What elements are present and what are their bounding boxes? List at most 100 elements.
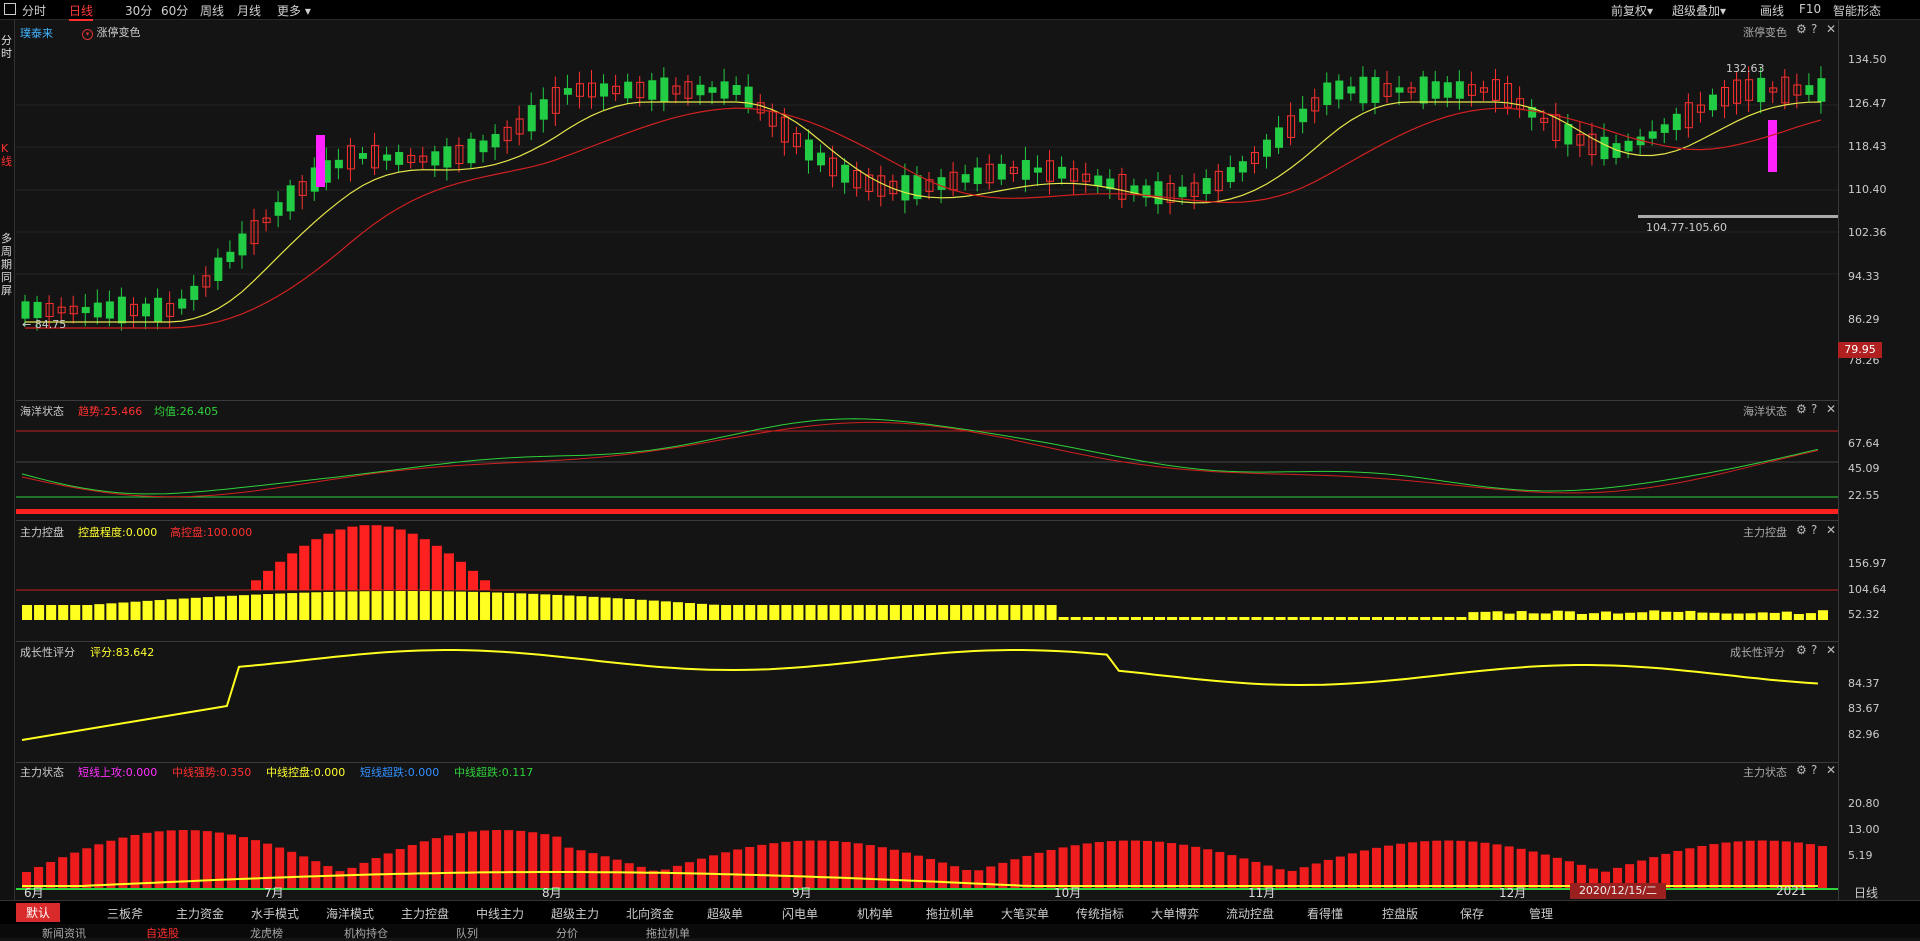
ma-short-line xyxy=(25,101,1821,323)
control-bar xyxy=(467,591,479,620)
info-tab[interactable]: 新闻资讯 xyxy=(42,925,86,941)
control-bar xyxy=(516,593,527,620)
control-bar xyxy=(190,597,201,620)
tab-indicator[interactable]: 三板斧 xyxy=(107,905,143,922)
smart-pattern-button[interactable]: 智能形态 xyxy=(1833,2,1881,19)
tab-daily[interactable]: 日线 xyxy=(69,2,94,21)
tab-weekly[interactable]: 周线 xyxy=(200,2,224,19)
candle-body xyxy=(1455,81,1464,99)
control-bar xyxy=(407,591,418,620)
adjust-menu[interactable]: 前复权▾ xyxy=(1611,2,1653,19)
gear-icon[interactable]: ⚙ xyxy=(1796,763,1807,777)
close-icon[interactable]: ✕ xyxy=(1826,523,1836,537)
tab-indicator[interactable]: 大单博弈 xyxy=(1151,905,1199,922)
tab-indicator[interactable]: 中线主力 xyxy=(476,905,524,922)
tab-60min[interactable]: 60分 xyxy=(161,2,188,19)
tab-indicator[interactable]: 主力控盘 xyxy=(401,905,449,922)
strength-bar xyxy=(624,863,634,890)
control-bar xyxy=(926,605,937,620)
info-tab[interactable]: 龙虎榜 xyxy=(250,925,283,941)
draw-line-button[interactable]: 画线 xyxy=(1760,2,1784,19)
close-icon[interactable]: ✕ xyxy=(1826,402,1836,416)
more-button[interactable]: 更多 ▾ xyxy=(277,2,311,19)
control-bar xyxy=(1227,617,1238,620)
gear-icon[interactable]: ⚙ xyxy=(1796,643,1807,657)
stock-name[interactable]: 璞泰来 xyxy=(20,25,53,41)
high-control-bar xyxy=(299,545,310,590)
tab-timeshare[interactable]: 分时 xyxy=(22,2,46,19)
strength-bar xyxy=(1179,844,1189,890)
tab-save[interactable]: 保存 xyxy=(1460,905,1484,922)
limit-up-candle xyxy=(316,135,325,187)
last-price-tag: 79.95 xyxy=(1838,342,1882,358)
legend-item: 中线控盘:0.000 xyxy=(266,766,346,779)
tab-indicator[interactable]: 看得懂 xyxy=(1307,905,1343,922)
candle-body xyxy=(286,185,295,212)
tab-indicator[interactable]: 传统指标 xyxy=(1076,905,1124,922)
y-tick: 22.55 xyxy=(1848,489,1880,502)
tab-indicator[interactable]: 北向资金 xyxy=(626,905,674,922)
tab-indicator[interactable]: 超级主力 xyxy=(551,905,599,922)
control-bar xyxy=(998,605,1009,620)
control-bar xyxy=(1516,611,1527,620)
tab-indicator[interactable]: 控盘版 xyxy=(1382,905,1418,922)
close-icon[interactable]: ✕ xyxy=(1826,643,1836,657)
control-bar xyxy=(359,591,370,620)
help-icon[interactable]: ? xyxy=(1811,523,1817,537)
indicator-tab-bar: 默认 三板斧 主力资金 水手模式 海洋模式 主力控盘 中线主力 超级主力 北向资… xyxy=(0,900,1920,924)
mean-line xyxy=(21,418,1819,495)
tab-indicator[interactable]: 机构单 xyxy=(857,905,893,922)
period-axis-button[interactable]: 日线 xyxy=(1854,884,1878,901)
candle-body xyxy=(539,99,548,120)
overlay-menu[interactable]: 超级叠加▾ xyxy=(1672,2,1726,19)
x-tick: 12月 xyxy=(1499,886,1527,900)
control-bar xyxy=(214,596,225,620)
info-tab[interactable]: 拖拉机单 xyxy=(646,925,690,941)
info-tab[interactable]: 自选股 xyxy=(146,925,179,941)
strength-bar xyxy=(998,862,1008,890)
x-tick: 2021 xyxy=(1776,884,1807,898)
help-icon[interactable]: ? xyxy=(1811,402,1817,416)
strength-bar xyxy=(793,840,803,890)
high-control-bar xyxy=(431,545,442,590)
high-control-bar xyxy=(311,539,322,590)
gear-icon[interactable]: ⚙ xyxy=(1796,402,1807,416)
gear-icon[interactable]: ⚙ xyxy=(1796,22,1807,36)
tab-30min[interactable]: 30分 xyxy=(125,2,152,19)
tab-indicator[interactable]: 超级单 xyxy=(707,905,743,922)
control-bar xyxy=(1034,605,1045,620)
legend-item: 中线超跌:0.117 xyxy=(454,766,534,779)
close-icon[interactable]: ✕ xyxy=(1826,22,1836,36)
high-control-bar xyxy=(395,529,406,590)
strength-bar xyxy=(1745,840,1755,890)
close-icon[interactable]: ✕ xyxy=(1826,763,1836,777)
strength-bar xyxy=(938,862,948,890)
tab-indicator[interactable]: 大笔买单 xyxy=(1001,905,1049,922)
candle-body xyxy=(624,81,633,99)
info-tab[interactable]: 分价 xyxy=(556,925,578,941)
tab-indicator[interactable]: 拖拉机单 xyxy=(926,905,974,922)
tab-indicator[interactable]: 主力资金 xyxy=(176,905,224,922)
tab-indicator[interactable]: 水手模式 xyxy=(251,905,299,922)
tab-indicator[interactable]: 闪电单 xyxy=(782,905,818,922)
control-bar xyxy=(1203,617,1214,620)
candle-body xyxy=(190,285,199,300)
strength-bar xyxy=(1480,842,1490,890)
info-tab[interactable]: 队列 xyxy=(456,925,478,941)
tab-indicator[interactable]: 海洋模式 xyxy=(326,905,374,922)
limit-up-candle xyxy=(1768,120,1777,172)
strength-bar xyxy=(1673,850,1683,890)
tab-monthly[interactable]: 月线 xyxy=(237,2,261,19)
help-icon[interactable]: ? xyxy=(1811,22,1817,36)
indicator-select[interactable]: ▾ 涨停变色 xyxy=(82,24,141,40)
info-tab[interactable]: 机构持仓 xyxy=(344,925,388,941)
f10-button[interactable]: F10 xyxy=(1799,2,1821,16)
help-icon[interactable]: ? xyxy=(1811,643,1817,657)
tab-manage[interactable]: 管理 xyxy=(1529,905,1553,922)
help-icon[interactable]: ? xyxy=(1811,763,1817,777)
tab-indicator[interactable]: 流动控盘 xyxy=(1226,905,1274,922)
candle-body xyxy=(274,202,283,216)
tab-default[interactable]: 默认 xyxy=(16,903,61,922)
window-icon[interactable] xyxy=(4,3,16,15)
gear-icon[interactable]: ⚙ xyxy=(1796,523,1807,537)
